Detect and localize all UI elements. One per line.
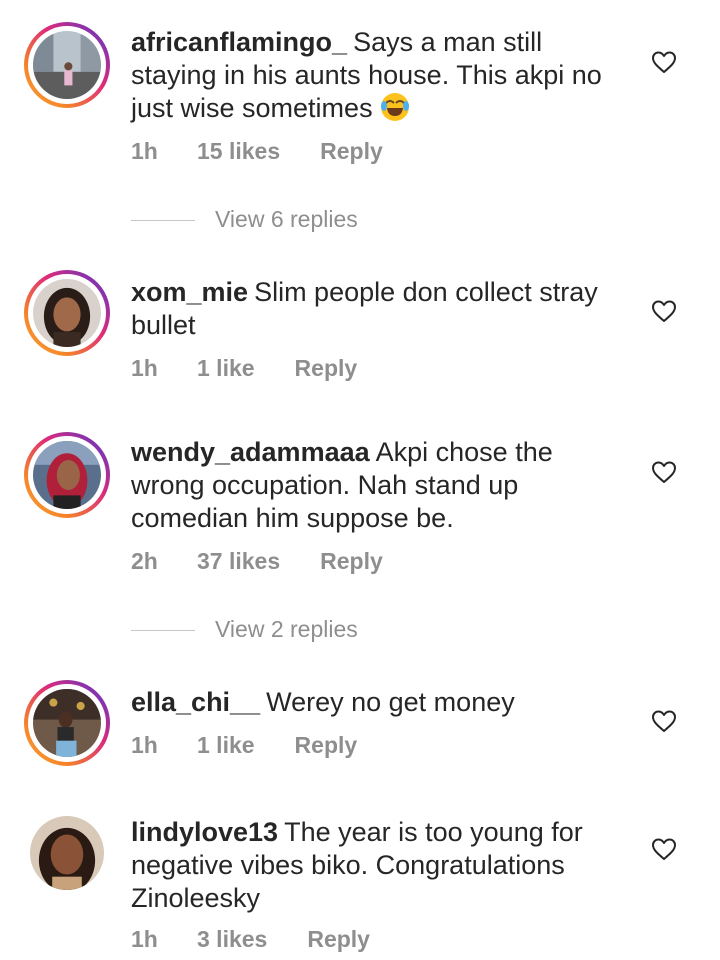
comment-username[interactable]: ella_chi__ xyxy=(131,687,260,717)
view-replies-label[interactable]: View 6 replies xyxy=(215,206,358,232)
comment-username[interactable]: wendy_adammaaa xyxy=(131,437,370,467)
comment-likes[interactable]: 3 likes xyxy=(197,926,267,953)
comment-timestamp: 1h xyxy=(131,926,158,952)
heart-outline-icon[interactable] xyxy=(651,709,677,733)
comment-username[interactable]: lindylove13 xyxy=(131,817,278,847)
view-replies-label[interactable]: View 2 replies xyxy=(215,616,358,642)
face-with-tears-of-joy-icon xyxy=(380,92,410,122)
comment-timestamp: 1h xyxy=(131,138,158,164)
view-replies-button[interactable]: View 2 replies xyxy=(131,616,358,643)
comment-likes[interactable]: 37 likes xyxy=(197,548,280,575)
comment-likes[interactable]: 1 like xyxy=(197,732,255,759)
heart-outline-icon[interactable] xyxy=(651,299,677,323)
replies-divider xyxy=(131,630,195,632)
avatar[interactable] xyxy=(24,270,110,356)
reply-button[interactable]: Reply xyxy=(295,355,358,382)
avatar[interactable] xyxy=(24,432,110,518)
comment-likes[interactable]: 15 likes xyxy=(197,138,280,165)
heart-outline-icon[interactable] xyxy=(651,837,677,861)
reply-button[interactable]: Reply xyxy=(320,138,383,165)
comment-username[interactable]: africanflamingo_ xyxy=(131,27,347,57)
reply-button[interactable]: Reply xyxy=(295,732,358,759)
heart-outline-icon[interactable] xyxy=(651,50,677,74)
comment-username[interactable]: xom_mie xyxy=(131,277,248,307)
reply-button[interactable]: Reply xyxy=(307,926,370,953)
reply-button[interactable]: Reply xyxy=(320,548,383,575)
avatar[interactable] xyxy=(24,680,110,766)
avatar[interactable] xyxy=(24,22,110,108)
comment-likes[interactable]: 1 like xyxy=(197,355,255,382)
comment-timestamp: 1h xyxy=(131,732,158,758)
replies-divider xyxy=(131,220,195,222)
view-replies-button[interactable]: View 6 replies xyxy=(131,206,358,233)
comment-text: Werey no get money xyxy=(266,687,515,717)
heart-outline-icon[interactable] xyxy=(651,460,677,484)
comment-timestamp: 2h xyxy=(131,548,158,574)
avatar[interactable] xyxy=(30,816,104,890)
comment-timestamp: 1h xyxy=(131,355,158,381)
